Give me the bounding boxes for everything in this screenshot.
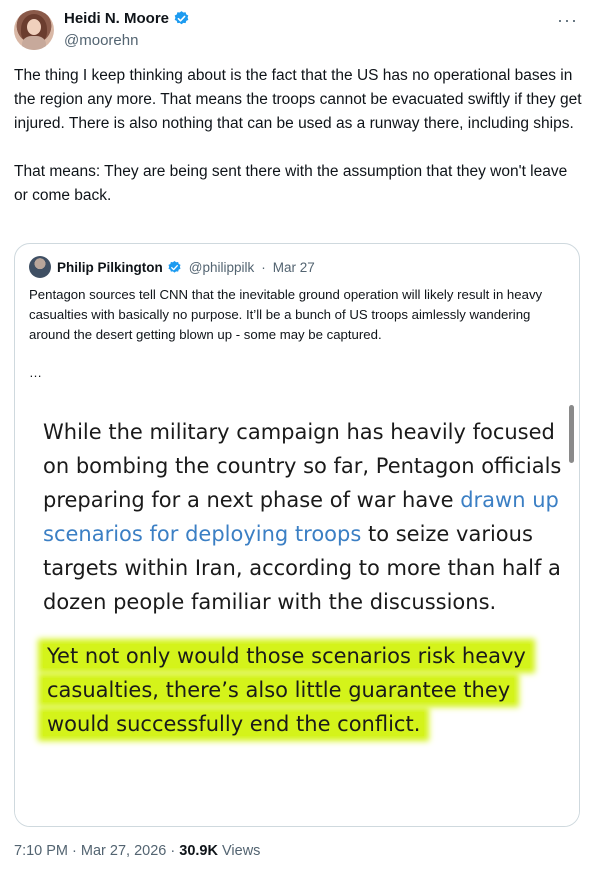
author-name-row: Heidi N. Moore xyxy=(64,10,190,27)
author-avatar[interactable] xyxy=(14,10,54,50)
quoted-tweet[interactable]: Philip Pilkington @philippilk · Mar 27 P… xyxy=(14,243,580,827)
scrollbar xyxy=(569,405,574,463)
tweet-time[interactable]: 7:10 PM xyxy=(14,843,68,859)
tweet-text: The thing I keep thinking about is the f… xyxy=(14,64,582,232)
article-text: While the military campaign has heavily … xyxy=(43,415,563,761)
views-label: Views xyxy=(222,843,261,859)
quoted-tweet-text: Pentagon sources tell CNN that the inevi… xyxy=(29,287,543,342)
views-count[interactable]: 30.9K xyxy=(179,843,218,859)
article-paragraph: Yet not only would those scenarios risk … xyxy=(43,639,563,741)
article-paragraph: While the military campaign has heavily … xyxy=(43,415,563,619)
quoted-author-avatar[interactable] xyxy=(29,256,51,278)
quoted-tweet-header: Philip Pilkington @philippilk · Mar 27 xyxy=(29,256,315,278)
tweet-header: Heidi N. Moore @moorehn ··· xyxy=(14,8,582,54)
quoted-tweet-ellipsis: … xyxy=(29,365,42,380)
quoted-author-handle[interactable]: @philippilk xyxy=(189,260,254,275)
tweet-paragraph: The thing I keep thinking about is the f… xyxy=(14,67,582,132)
quoted-author-name[interactable]: Philip Pilkington xyxy=(57,260,163,275)
tweet-paragraph: That means: They are being sent there wi… xyxy=(14,163,568,204)
quoted-date[interactable]: Mar 27 xyxy=(273,260,315,275)
separator: · xyxy=(72,843,77,859)
verified-badge-icon xyxy=(168,260,181,273)
tweet-footer: 7:10 PM · Mar 27, 2026 · 30.9K Views xyxy=(14,843,260,859)
quoted-article-screenshot[interactable]: While the military campaign has heavily … xyxy=(15,387,579,826)
separator: · xyxy=(261,259,266,275)
verified-badge-icon xyxy=(174,11,189,25)
highlighted-text: Yet not only would those scenarios risk … xyxy=(43,644,530,736)
more-dots-icon[interactable]: ··· xyxy=(557,10,578,31)
tweet-date[interactable]: Mar 27, 2026 xyxy=(81,843,166,859)
separator: · xyxy=(170,843,176,859)
author-handle[interactable]: @moorehn xyxy=(64,32,138,49)
author-name[interactable]: Heidi N. Moore xyxy=(64,10,169,27)
